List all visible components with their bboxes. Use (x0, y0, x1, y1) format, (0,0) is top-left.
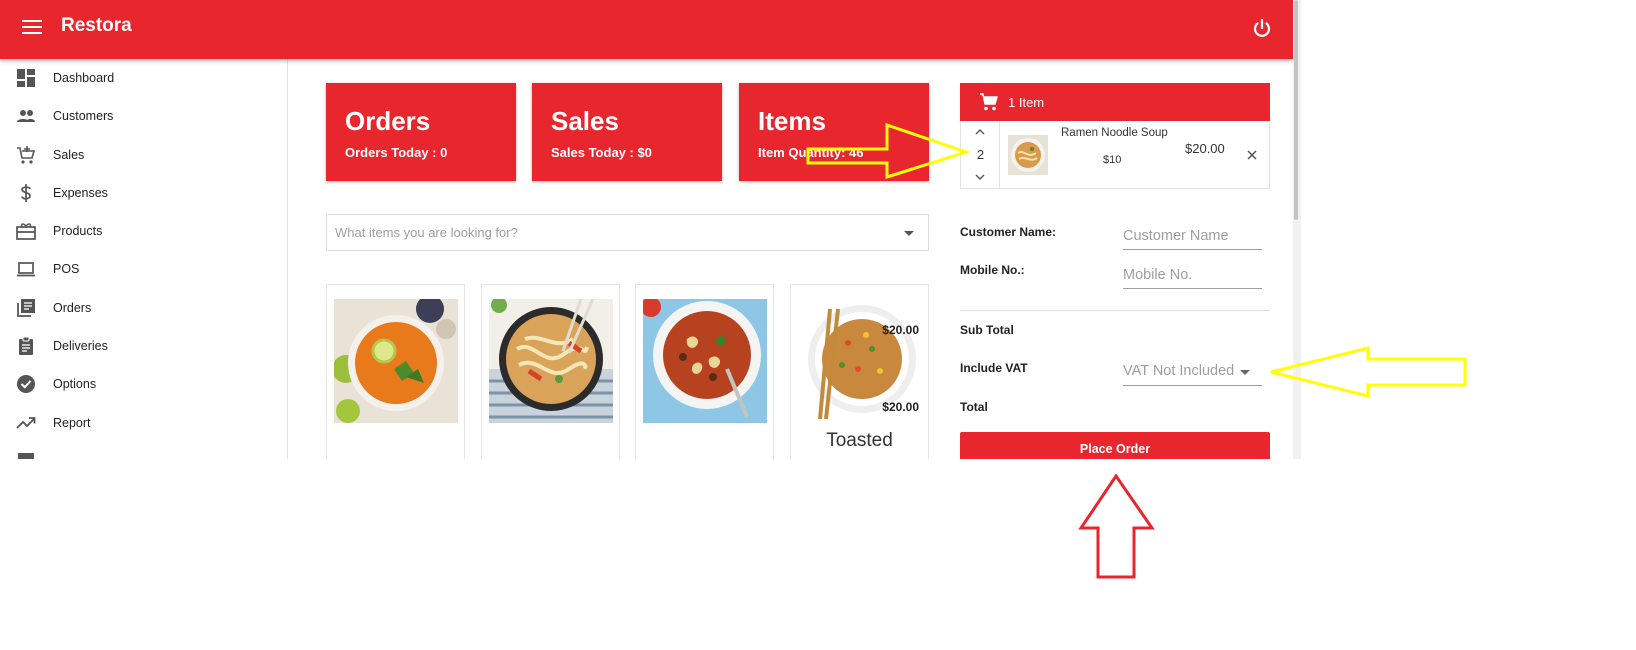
customer-name-label: Customer Name: (960, 225, 1057, 239)
cart-item-name: Ramen Noodle Soup (1061, 127, 1168, 139)
search-placeholder: What items you are looking for? (335, 225, 518, 240)
items-card[interactable]: Items Item Quantity: 46 (739, 83, 929, 181)
orders-card[interactable]: Orders Orders Today : 0 (326, 83, 516, 181)
sidebar-item-sales[interactable]: Sales (0, 136, 287, 174)
library-books-icon (17, 299, 35, 317)
sales-card[interactable]: Sales Sales Today : $0 (532, 83, 722, 181)
product-card[interactable]: Toasted (790, 284, 929, 459)
app-title: Restora (61, 15, 132, 36)
chevron-down-icon[interactable] (973, 172, 987, 182)
dropdown-caret-icon[interactable] (904, 231, 914, 236)
cart-item-count: 1 Item (1008, 95, 1045, 110)
item-search-select[interactable]: What items you are looking for? (326, 214, 929, 251)
sidebar-item-label: Customers (53, 109, 114, 123)
assignment-icon (19, 336, 33, 355)
dollar-icon (21, 184, 31, 202)
sidebar-item-customers[interactable]: Customers (0, 97, 287, 135)
orders-card-title: Orders (345, 106, 431, 136)
sidebar-item-label: Deliveries (53, 339, 108, 353)
mobile-label: Mobile No.: (960, 263, 1025, 277)
sidebar-item-pos[interactable]: POS (0, 250, 287, 288)
chevron-up-icon[interactable] (973, 127, 987, 137)
sidebar-item-label: Options (53, 377, 97, 391)
sidebar-item-label: POS (53, 262, 80, 276)
sidebar-item-label: Sales (53, 148, 85, 162)
sidebar-item-label: Products (53, 224, 103, 238)
top-app-bar: Restora (0, 0, 1293, 59)
ramen-noodle-soup-image (489, 299, 613, 423)
item-quantity-text: Item Quantity: 46 (758, 145, 864, 160)
items-card-title: Items (758, 106, 826, 136)
cart-item-total: $20.00 (1185, 141, 1225, 156)
hamburger-menu-icon[interactable] (22, 20, 42, 36)
dropdown-caret-icon (1240, 370, 1250, 375)
product-card[interactable] (481, 284, 620, 459)
app-window: Restora Dashboard Customers Sales Expens… (0, 0, 1293, 459)
total-value: $20.00 (882, 400, 919, 414)
dashboard-icon (17, 69, 35, 87)
close-icon[interactable] (1246, 149, 1258, 161)
product-name: Toasted (826, 430, 893, 451)
list-icon (18, 453, 34, 459)
add-shopping-cart-icon (17, 146, 36, 164)
ramen-thumbnail-image (1008, 135, 1048, 175)
sidebar-item-products[interactable]: Products (0, 212, 287, 250)
sidebar-item-orders[interactable]: Orders (0, 289, 287, 327)
cart-line-item: 2 Ramen Noodle Soup $10 $20.00 (960, 121, 1270, 189)
sidebar-item-expenses[interactable]: Expenses (0, 174, 287, 212)
cart-item-unit-price: $10 (1103, 154, 1122, 166)
sales-card-title: Sales (551, 106, 619, 136)
red-arrow-up-icon (1078, 473, 1155, 579)
sidebar-item-partial[interactable] (0, 442, 287, 459)
product-card[interactable] (635, 284, 774, 459)
sidebar-item-label: Dashboard (53, 71, 115, 85)
total-label: Total (960, 400, 988, 414)
quantity-stepper: 2 (961, 121, 1000, 188)
sidebar-item-options[interactable]: Options (0, 365, 287, 403)
sidebar-item-label: Orders (53, 301, 92, 315)
trending-up-icon (16, 417, 36, 429)
quantity-value[interactable]: 2 (961, 147, 1000, 162)
laptop-icon (17, 262, 35, 277)
subtotal-value: $20.00 (882, 323, 919, 337)
vertical-scrollbar[interactable] (1293, 0, 1301, 459)
subtotal-label: Sub Total (960, 323, 1014, 337)
sidebar-item-deliveries[interactable]: Deliveries (0, 327, 287, 365)
mobile-input[interactable] (1123, 261, 1262, 289)
people-icon (17, 110, 35, 122)
product-card[interactable] (326, 284, 465, 459)
vat-label: Include VAT (960, 361, 1028, 375)
sidebar-item-dashboard[interactable]: Dashboard (0, 59, 287, 97)
minestrone-soup-image (643, 299, 767, 423)
customer-name-input[interactable] (1123, 222, 1262, 250)
scrollbar-thumb[interactable] (1294, 0, 1298, 220)
card-giftcard-icon (16, 223, 36, 240)
divider (960, 310, 1270, 311)
sidebar-item-label: Expenses (53, 186, 108, 200)
shopping-cart-icon (980, 93, 998, 111)
check-circle-icon (17, 375, 35, 393)
sales-today-text: Sales Today : $0 (551, 145, 652, 160)
vat-select-value: VAT Not Included (1123, 363, 1235, 379)
sidebar-nav: Dashboard Customers Sales Expenses Produ… (0, 59, 288, 459)
sidebar-item-report[interactable]: Report (0, 404, 287, 442)
orders-today-text: Orders Today : 0 (345, 145, 448, 160)
sidebar-item-label: Report (53, 416, 91, 430)
place-order-button[interactable]: Place Order (960, 432, 1270, 459)
power-icon[interactable] (1250, 17, 1274, 41)
thai-curry-soup-image (334, 299, 458, 423)
cart-header: 1 Item (960, 83, 1270, 121)
vat-select[interactable]: VAT Not Included (1123, 358, 1262, 386)
